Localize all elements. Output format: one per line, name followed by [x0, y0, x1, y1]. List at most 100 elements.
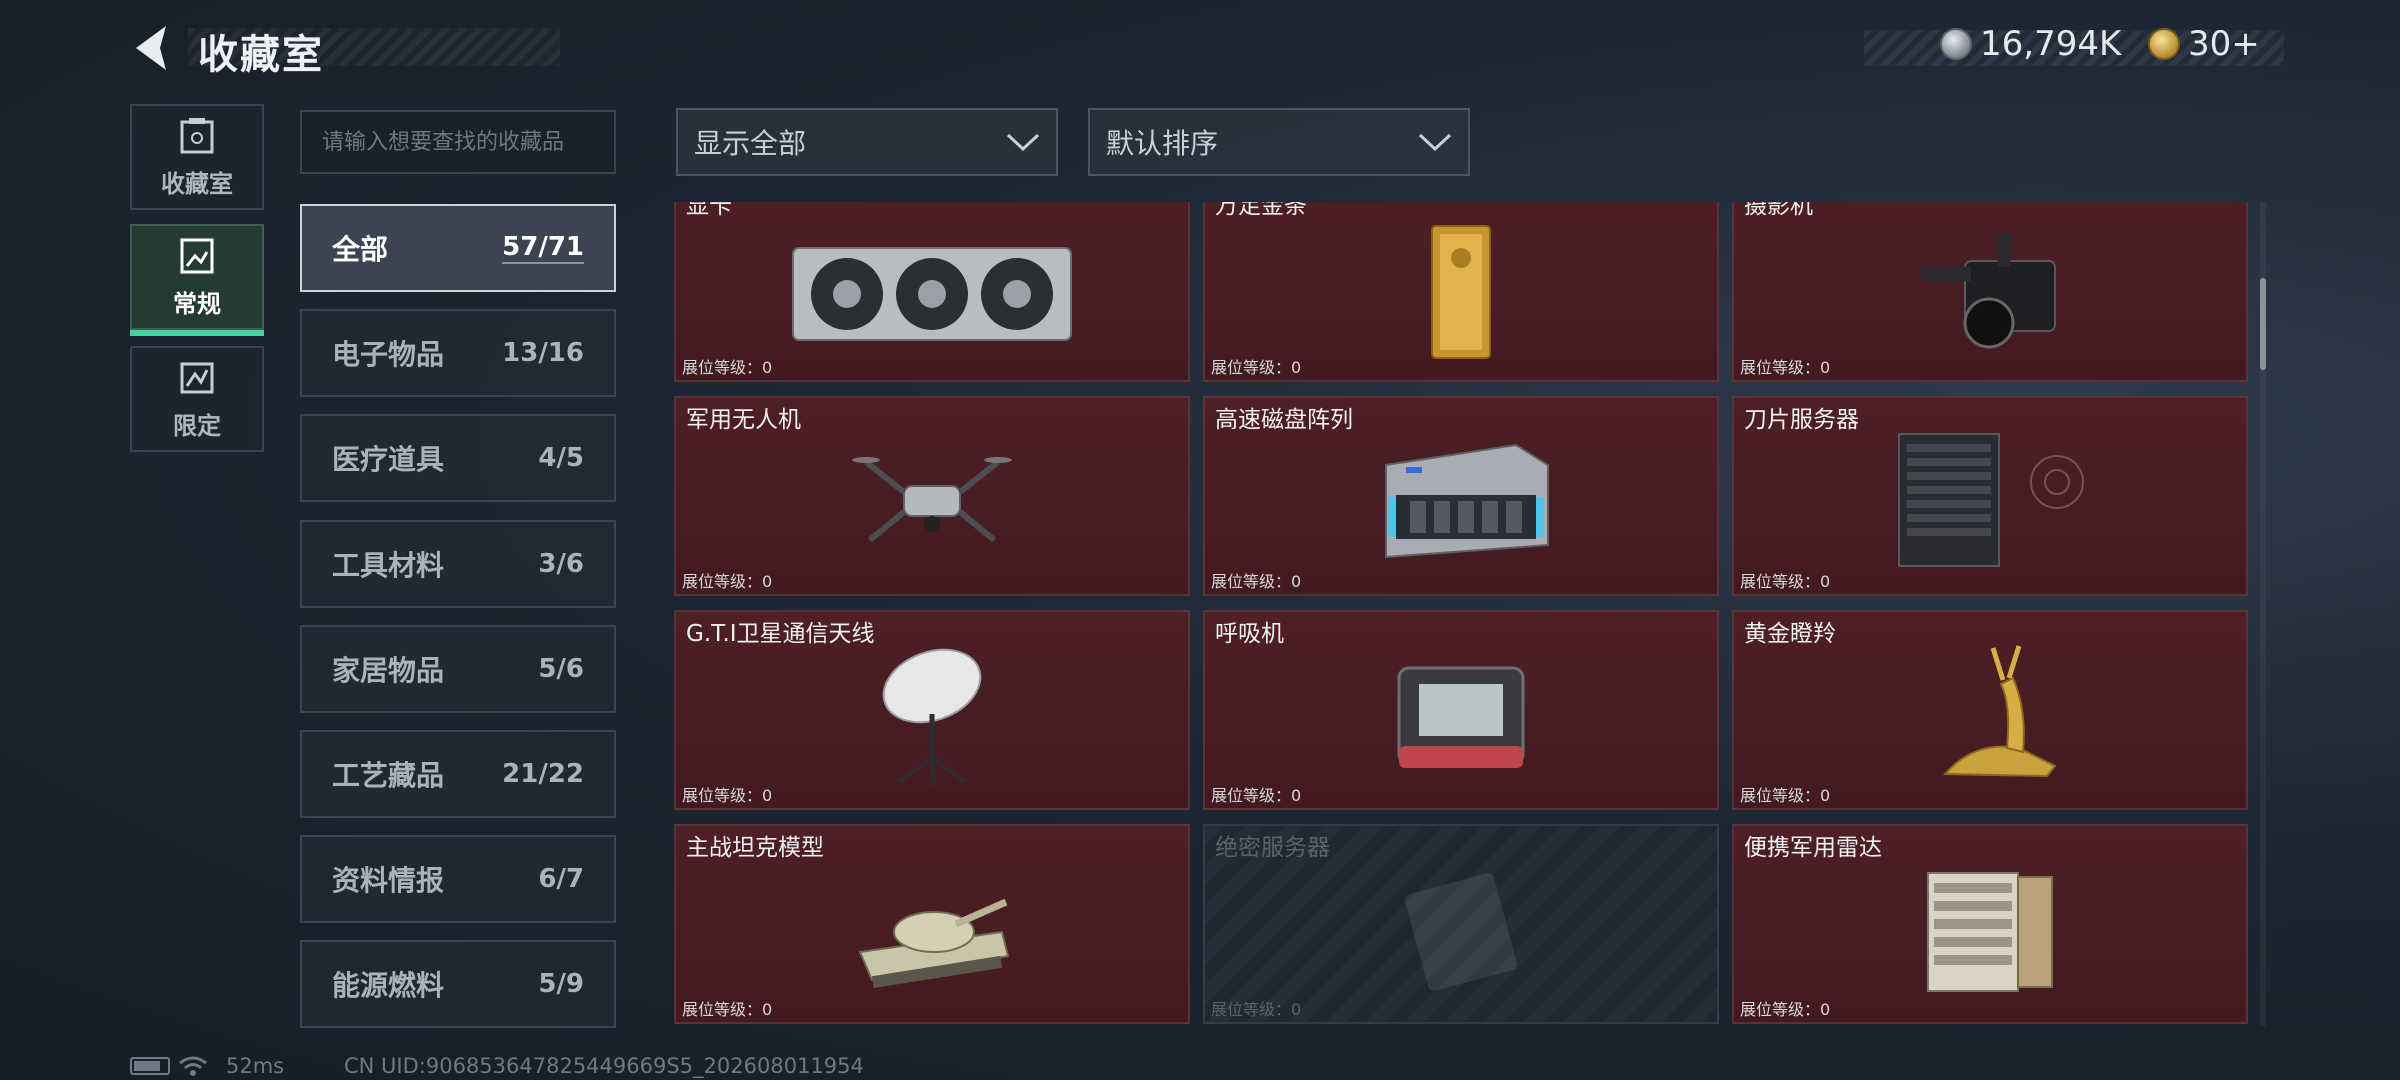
- item-name: 刀片服务器: [1744, 407, 1859, 433]
- category-crafts[interactable]: 工艺藏品 21/22: [300, 730, 616, 818]
- item-card-drone[interactable]: 军用无人机 展位等级：0: [674, 396, 1190, 596]
- category-count: 57/71: [502, 232, 584, 264]
- item-card-secret-server-locked[interactable]: 绝密服务器 展位等级：0: [1203, 824, 1719, 1024]
- nav-limited[interactable]: 限定: [130, 346, 264, 452]
- item-level: 展位等级：0: [682, 572, 773, 591]
- regular-icon: [180, 238, 214, 273]
- gold-currency[interactable]: 30+: [2148, 24, 2260, 64]
- collection-grid[interactable]: 显卡 展位等级：0 万足金条 展位等级：0 摄影机 展位等级：0 军用无人机 展…: [672, 202, 2260, 1026]
- item-name: 军用无人机: [686, 407, 801, 433]
- category-name: 能源燃料: [332, 969, 445, 1002]
- item-name: 显卡: [686, 202, 732, 219]
- category-name: 资料情报: [332, 864, 445, 897]
- item-name: 黄金瞪羚: [1744, 621, 1836, 647]
- category-name: 电子物品: [332, 338, 445, 371]
- item-name: 呼吸机: [1215, 621, 1284, 647]
- nav-regular[interactable]: 常规: [130, 224, 264, 336]
- item-name: 万足金条: [1215, 202, 1307, 219]
- item-level: 展位等级：0: [682, 1000, 773, 1019]
- category-count: 5/6: [538, 654, 584, 684]
- golden-gazelle-icon: [1942, 645, 2057, 777]
- category-tools[interactable]: 工具材料 3/6: [300, 520, 616, 608]
- chevron-down-icon: [1418, 133, 1452, 152]
- item-name: 主战坦克模型: [686, 835, 824, 861]
- silver-currency-value: 16,794K: [1980, 24, 2122, 64]
- disk-array-icon: [1385, 443, 1549, 558]
- blade-server-icon: [1898, 432, 2084, 567]
- item-level: 展位等级：0: [1211, 1000, 1302, 1019]
- item-card-disk-array[interactable]: 高速磁盘阵列 展位等级：0: [1203, 396, 1719, 596]
- category-all[interactable]: 全部 57/71: [300, 204, 616, 292]
- item-card-graphics-card[interactable]: 显卡 展位等级：0: [674, 202, 1190, 382]
- back-arrow-icon[interactable]: [128, 22, 178, 74]
- ping-value: 52ms: [226, 1054, 285, 1078]
- item-level: 展位等级：0: [682, 358, 773, 377]
- sort-dropdown[interactable]: 默认排序: [1088, 108, 1470, 176]
- silver-currency: 16,794K: [1940, 24, 2121, 64]
- limited-icon: [180, 362, 214, 393]
- category-medical[interactable]: 医疗道具 4/5: [300, 414, 616, 502]
- item-level: 展位等级：0: [1211, 786, 1302, 805]
- gold-coin-icon: [2148, 28, 2180, 60]
- status-bar: 52ms: [130, 1054, 284, 1078]
- item-card-portable-radar[interactable]: 便携军用雷达 展位等级：0: [1732, 824, 2248, 1024]
- search-input[interactable]: [300, 110, 616, 174]
- item-card-tank-model[interactable]: 主战坦克模型 展位等级：0: [674, 824, 1190, 1024]
- nav-label: 常规: [173, 289, 221, 318]
- graphics-card-icon: [792, 246, 1072, 341]
- category-count: 6/7: [538, 864, 584, 894]
- category-count: 21/22: [502, 759, 584, 789]
- category-count: 13/16: [502, 338, 584, 368]
- nav-label: 限定: [173, 411, 221, 440]
- item-card-blade-server[interactable]: 刀片服务器 展位等级：0: [1732, 396, 2248, 596]
- ventilator-icon: [1397, 666, 1525, 768]
- category-household[interactable]: 家居物品 5/6: [300, 625, 616, 713]
- item-card-camera[interactable]: 摄影机 展位等级：0: [1732, 202, 2248, 382]
- item-name: G.T.I卫星通信天线: [686, 621, 875, 647]
- item-level: 展位等级：0: [1740, 358, 1831, 377]
- item-level: 展位等级：0: [1211, 358, 1302, 377]
- category-count: 4/5: [538, 443, 584, 473]
- item-level: 展位等级：0: [1211, 572, 1302, 591]
- category-count: 5/9: [538, 969, 584, 999]
- item-level: 展位等级：0: [1740, 572, 1831, 591]
- battery-icon: [130, 1057, 170, 1075]
- sort-value: 默认排序: [1106, 127, 1219, 160]
- item-card-gold-bar[interactable]: 万足金条 展位等级：0: [1203, 202, 1719, 382]
- gold-bar-icon: [1431, 224, 1491, 359]
- satellite-dish-icon: [882, 648, 982, 786]
- item-level: 展位等级：0: [1740, 1000, 1831, 1019]
- category-count: 3/6: [538, 549, 584, 579]
- category-intel[interactable]: 资料情报 6/7: [300, 835, 616, 923]
- wifi-icon: [179, 1056, 207, 1076]
- display-filter-dropdown[interactable]: 显示全部: [676, 108, 1058, 176]
- category-name: 工艺藏品: [332, 759, 445, 792]
- item-name: 摄影机: [1744, 202, 1813, 219]
- category-energy[interactable]: 能源燃料 5/9: [300, 940, 616, 1028]
- camera-icon: [1921, 232, 2056, 349]
- collection-room-icon: [180, 117, 214, 153]
- secret-server-icon: [1404, 872, 1518, 991]
- grid-scrollbar-thumb[interactable]: [2260, 278, 2266, 370]
- item-level: 展位等级：0: [1740, 786, 1831, 805]
- display-filter-value: 显示全部: [694, 127, 807, 160]
- item-level: 展位等级：0: [682, 786, 773, 805]
- gold-currency-value: 30+: [2188, 24, 2260, 64]
- page-title: 收藏室: [198, 32, 324, 78]
- tank-model-icon: [858, 898, 1010, 988]
- portable-radar-icon: [1927, 871, 2053, 992]
- item-card-satellite-dish[interactable]: G.T.I卫星通信天线 展位等级：0: [674, 610, 1190, 810]
- category-electronics[interactable]: 电子物品 13/16: [300, 309, 616, 397]
- item-name: 便携军用雷达: [1744, 835, 1882, 861]
- silver-coin-icon: [1940, 28, 1972, 60]
- uid-text: CN UID:906853647825449669S5_202608011954: [344, 1054, 864, 1078]
- item-card-ventilator[interactable]: 呼吸机 展位等级：0: [1203, 610, 1719, 810]
- category-name: 全部: [332, 233, 389, 266]
- nav-collection-room[interactable]: 收藏室: [130, 104, 264, 210]
- item-name: 高速磁盘阵列: [1215, 407, 1353, 433]
- category-name: 工具材料: [332, 549, 445, 582]
- item-name: 绝密服务器: [1215, 835, 1330, 861]
- drone-icon: [852, 456, 1012, 543]
- item-card-golden-gazelle[interactable]: 黄金瞪羚 展位等级：0: [1732, 610, 2248, 810]
- chevron-down-icon: [1006, 133, 1040, 152]
